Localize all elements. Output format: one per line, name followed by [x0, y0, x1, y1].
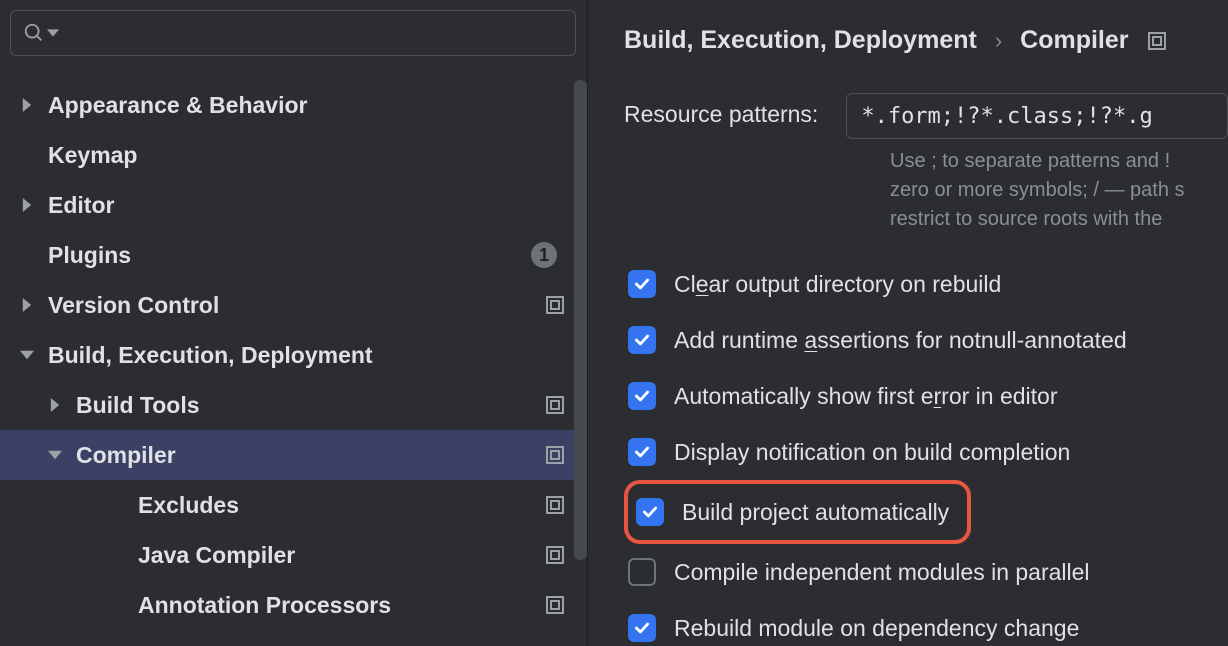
search-container [0, 0, 587, 62]
tree-item-editor[interactable]: Editor [0, 180, 587, 230]
resource-patterns-label: Resource patterns: [624, 93, 818, 128]
tree-item-appearance-behavior[interactable]: Appearance & Behavior [0, 80, 587, 130]
checkbox-label: Compile independent modules in parallel [674, 559, 1090, 586]
checkbox-label: Clear output directory on rebuild [674, 271, 1001, 298]
tree-item-label: Version Control [48, 292, 545, 319]
checkbox-label: Automatically show first error in editor [674, 383, 1057, 410]
tree-item-keymap[interactable]: Keymap [0, 130, 587, 180]
chevron-right-icon[interactable] [20, 98, 48, 112]
checkbox-label: Build project automatically [682, 499, 949, 526]
project-scope-icon [545, 395, 565, 415]
project-scope-icon [545, 495, 565, 515]
breadcrumb-current: Compiler [1020, 26, 1128, 55]
breadcrumb-separator: › [995, 28, 1002, 54]
chevron-right-icon[interactable] [48, 398, 76, 412]
tree-item-plugins[interactable]: Plugins 1 [0, 230, 587, 280]
resource-patterns-input[interactable] [846, 93, 1228, 139]
compiler-options: Clear output directory on rebuild Add ru… [624, 256, 1228, 646]
resource-patterns-row: Resource patterns: [624, 93, 1228, 139]
checkbox-row[interactable]: Build project automatically [628, 498, 949, 526]
checkbox-row[interactable]: Automatically show first error in editor [624, 368, 1228, 424]
tree-item-compiler[interactable]: Compiler [0, 430, 587, 480]
checkbox[interactable] [628, 438, 656, 466]
project-scope-icon [545, 295, 565, 315]
search-field[interactable] [61, 20, 563, 46]
tree-item-label: Build Tools [76, 392, 545, 419]
checkbox-row[interactable]: Clear output directory on rebuild [624, 256, 1228, 312]
project-scope-icon [545, 595, 565, 615]
tree-item-label: Plugins [48, 242, 531, 269]
tree-item-annotation-processors[interactable]: Annotation Processors [0, 580, 587, 630]
chevron-down-icon[interactable] [20, 348, 48, 362]
tree-item-label: Editor [48, 192, 565, 219]
checkbox-row[interactable]: Rebuild module on dependency change [624, 600, 1228, 646]
dropdown-icon[interactable] [47, 27, 59, 39]
chevron-down-icon[interactable] [48, 448, 76, 462]
checkbox-label: Rebuild module on dependency change [674, 615, 1079, 642]
settings-tree: Appearance & Behavior Keymap Editor Plug… [0, 62, 587, 646]
tree-item-label: Keymap [48, 142, 565, 169]
project-scope-icon [545, 545, 565, 565]
chevron-right-icon[interactable] [20, 198, 48, 212]
resource-patterns-helper: Use ; to separate patterns and ! zero or… [890, 147, 1228, 234]
search-input[interactable] [10, 10, 576, 56]
tree-item-version-control[interactable]: Version Control [0, 280, 587, 330]
search-icon [23, 22, 45, 44]
tree-item-label: Annotation Processors [138, 592, 545, 619]
checkbox[interactable] [628, 326, 656, 354]
breadcrumb: Build, Execution, Deployment › Compiler [624, 26, 1228, 55]
breadcrumb-parent[interactable]: Build, Execution, Deployment [624, 26, 977, 55]
settings-sidebar: Appearance & Behavior Keymap Editor Plug… [0, 0, 588, 646]
tree-item-label: Appearance & Behavior [48, 92, 565, 119]
chevron-right-icon[interactable] [20, 298, 48, 312]
checkbox-label: Display notification on build completion [674, 439, 1070, 466]
scrollbar[interactable] [574, 80, 587, 560]
tree-item-label: Compiler [76, 442, 545, 469]
tree-item-build-tools[interactable]: Build Tools [0, 380, 587, 430]
settings-content: Build, Execution, Deployment › Compiler … [588, 0, 1228, 646]
checkbox[interactable] [628, 382, 656, 410]
project-scope-icon [1147, 31, 1167, 51]
tree-item-excludes[interactable]: Excludes [0, 480, 587, 530]
checkbox[interactable] [628, 558, 656, 586]
checkbox-row[interactable]: Add runtime assertions for notnull-annot… [624, 312, 1228, 368]
checkbox-row[interactable]: Display notification on build completion [624, 424, 1228, 480]
checkbox[interactable] [636, 498, 664, 526]
tree-item-label: Java Compiler [138, 542, 545, 569]
update-badge: 1 [531, 242, 557, 268]
checkbox[interactable] [628, 614, 656, 642]
highlighted-option: Build project automatically [624, 480, 971, 544]
project-scope-icon [545, 445, 565, 465]
tree-item-build-execution-deployment[interactable]: Build, Execution, Deployment [0, 330, 587, 380]
tree-item-java-compiler[interactable]: Java Compiler [0, 530, 587, 580]
checkbox-label: Add runtime assertions for notnull-annot… [674, 327, 1127, 354]
checkbox[interactable] [628, 270, 656, 298]
tree-item-label: Excludes [138, 492, 545, 519]
tree-item-label: Build, Execution, Deployment [48, 342, 565, 369]
checkbox-row[interactable]: Compile independent modules in parallel [624, 544, 1228, 600]
